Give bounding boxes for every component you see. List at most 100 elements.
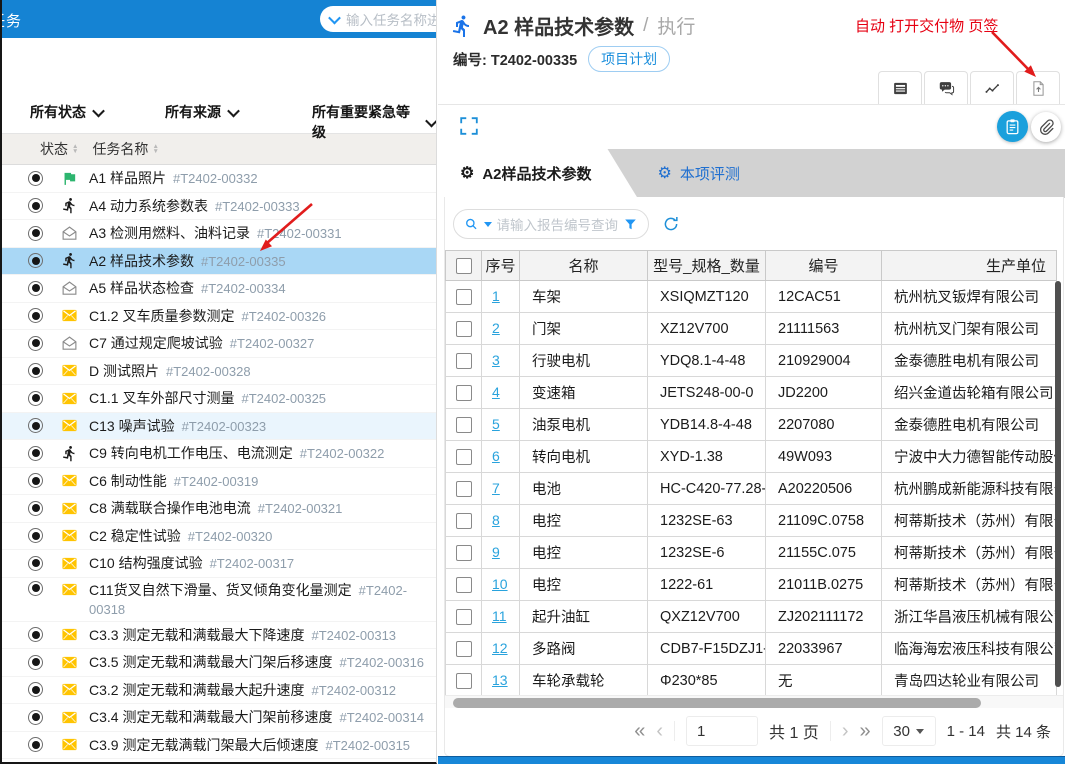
radio-selected-icon[interactable] <box>28 555 43 571</box>
row-checkbox[interactable] <box>455 512 472 529</box>
radio-selected-icon[interactable] <box>28 654 43 670</box>
first-page-button[interactable]: « <box>634 721 645 741</box>
row-checkbox[interactable] <box>455 448 472 465</box>
report-clipboard-button[interactable] <box>997 111 1028 142</box>
table-row[interactable]: 10 电控 1222-61 21011B.0275 柯蒂斯技术（苏州）有限公司 <box>445 568 1057 601</box>
filter-dropdown[interactable]: 所有重要紧急等级 <box>312 102 436 142</box>
task-row[interactable]: C9 转向电机工作电压、电流测定 #T2402-00322 <box>2 440 436 468</box>
row-number-link[interactable]: 4 <box>492 384 500 400</box>
select-all-checkbox[interactable] <box>455 258 472 275</box>
horizontal-scrollbar-thumb[interactable] <box>453 697 981 708</box>
radio-selected-icon[interactable] <box>28 627 43 643</box>
filter-dropdown[interactable]: 所有来源 <box>165 102 240 122</box>
task-row[interactable]: C3.1 液压压力测定#T2402-00311 <box>2 759 436 762</box>
row-checkbox[interactable] <box>455 416 472 433</box>
task-row[interactable]: A3 检测用燃料、油料记录 #T2402-00331 <box>2 220 436 248</box>
row-number-link[interactable]: 10 <box>492 576 508 592</box>
radio-selected-icon[interactable] <box>28 170 43 186</box>
comments-button[interactable] <box>924 71 968 104</box>
task-row[interactable]: C3.2 测定无载和满载最大起升速度 #T2402-00312 <box>2 676 436 704</box>
radio-selected-icon[interactable] <box>28 500 43 516</box>
radio-selected-icon[interactable] <box>28 308 43 324</box>
task-row[interactable]: C6 制动性能 #T2402-00319 <box>2 467 436 495</box>
row-number-link[interactable]: 5 <box>492 416 500 432</box>
detail-view-button[interactable] <box>878 71 922 104</box>
refresh-icon[interactable] <box>662 215 680 233</box>
row-number-link[interactable]: 13 <box>492 672 508 688</box>
table-row[interactable]: 8 电控 1232SE-63 21109C.0758 柯蒂斯技术（苏州）有限公司 <box>445 504 1057 537</box>
table-row[interactable]: 12 多路阀 CDB7-F15DZJ1-04 22033967 临海海宏液压科技… <box>445 632 1057 665</box>
task-row[interactable]: C13 噪声试验 #T2402-00323 <box>2 412 436 440</box>
next-page-button[interactable]: › <box>842 721 849 741</box>
row-number-link[interactable]: 6 <box>492 448 500 464</box>
project-plan-tag[interactable]: 项目计划 <box>588 46 671 72</box>
row-number-link[interactable]: 9 <box>492 544 500 560</box>
task-row[interactable]: C2 稳定性试验 #T2402-00320 <box>2 522 436 550</box>
deliverables-button[interactable] <box>1016 71 1060 104</box>
task-row[interactable]: C3.9 测定无载满载门架最大后倾速度 #T2402-00315 <box>2 731 436 759</box>
radio-selected-icon[interactable] <box>28 363 43 379</box>
row-checkbox[interactable] <box>455 544 472 561</box>
column-status[interactable]: 状态 <box>40 139 68 159</box>
row-number-link[interactable]: 1 <box>492 288 500 304</box>
task-row[interactable]: C11货叉自然下滑量、货叉倾角变化量测定 #T2402-00318 <box>2 577 436 622</box>
task-row[interactable]: C3.3 测定无载和满载最大下降速度 #T2402-00313 <box>2 621 436 649</box>
row-number-link[interactable]: 8 <box>492 512 500 528</box>
row-checkbox[interactable] <box>455 352 472 369</box>
activity-trend-button[interactable] <box>970 71 1014 104</box>
radio-selected-icon[interactable] <box>28 580 43 596</box>
table-row[interactable]: 13 车轮承载轮 Φ230*85 无 青岛四达轮业有限公司 <box>445 664 1057 697</box>
row-number-link[interactable]: 7 <box>492 480 500 496</box>
radio-selected-icon[interactable] <box>28 198 43 214</box>
radio-selected-icon[interactable] <box>28 445 43 461</box>
task-row[interactable]: A4 动力系统参数表 #T2402-00333 <box>2 192 436 220</box>
radio-selected-icon[interactable] <box>28 737 43 753</box>
table-row[interactable]: 7 电池 HC-C420-77.28-12 A20220506 杭州鹏成新能源科… <box>445 472 1057 505</box>
task-row[interactable]: C8 满载联合操作电池电流 #T2402-00321 <box>2 495 436 523</box>
fullscreen-expand-icon[interactable] <box>458 115 480 137</box>
table-row[interactable]: 9 电控 1232SE-6 21155C.075 柯蒂斯技术（苏州）有限公司 <box>445 536 1057 569</box>
radio-selected-icon[interactable] <box>28 390 43 406</box>
detail-tab[interactable]: ⚙ A2样品技术参数 <box>438 149 638 198</box>
row-number-link[interactable]: 12 <box>492 640 508 656</box>
row-checkbox[interactable] <box>455 608 472 625</box>
last-page-button[interactable]: » <box>859 721 870 741</box>
filter-dropdown[interactable]: 所有状态 <box>30 102 105 122</box>
table-row[interactable]: 5 油泵电机 YDB14.8-4-48 2207080 金泰德胜电机有限公司 <box>445 408 1057 441</box>
sort-icon[interactable]: ▲ ▼ <box>72 143 78 155</box>
column-task-name[interactable]: 任务名称 <box>92 139 148 159</box>
row-checkbox[interactable] <box>455 640 472 657</box>
task-row[interactable]: A1 样品照片 #T2402-00332 <box>2 165 436 193</box>
horizontal-scrollbar-track[interactable] <box>445 695 1063 709</box>
row-checkbox[interactable] <box>455 672 472 689</box>
table-row[interactable]: 4 变速箱 JETS248-00-0 JD2200 绍兴金道齿轮箱有限公司 <box>445 376 1057 409</box>
task-row[interactable]: C3.4 测定无载和满载最大门架前移速度 #T2402-00314 <box>2 704 436 732</box>
report-search-input[interactable]: 请输入报告编号查询 <box>453 209 649 239</box>
filter-funnel-icon[interactable] <box>623 217 638 232</box>
table-row[interactable]: 1 车架 XSIQMZT120 12CAC51 杭州杭叉钣焊有限公司 <box>445 280 1057 313</box>
task-row[interactable]: A2 样品技术参数 #T2402-00335 <box>2 247 436 275</box>
task-row[interactable]: C1.2 叉车质量参数测定 #T2402-00326 <box>2 302 436 330</box>
radio-selected-icon[interactable] <box>28 418 43 434</box>
sort-icon[interactable]: ▲ ▼ <box>152 143 158 155</box>
row-number-link[interactable]: 2 <box>492 320 500 336</box>
row-number-link[interactable]: 11 <box>492 608 507 624</box>
paperclip-attachment-button[interactable] <box>1031 112 1061 142</box>
radio-selected-icon[interactable] <box>28 709 43 725</box>
task-row[interactable]: C1.1 叉车外部尺寸测量 #T2402-00325 <box>2 385 436 413</box>
task-row[interactable]: D 测试照片 #T2402-00328 <box>2 357 436 385</box>
radio-selected-icon[interactable] <box>28 280 43 296</box>
table-row[interactable]: 3 行驶电机 YDQ8.1-4-48 210929004 金泰德胜电机有限公司 <box>445 344 1057 377</box>
row-checkbox[interactable] <box>455 576 472 593</box>
task-row[interactable]: C7 通过规定爬坡试验 #T2402-00327 <box>2 330 436 358</box>
page-size-select[interactable]: 30 <box>881 716 936 746</box>
row-checkbox[interactable] <box>455 384 472 401</box>
task-row[interactable]: C10 结构强度试验 #T2402-00317 <box>2 550 436 578</box>
detail-tab[interactable]: ⚙ 本项评测 <box>638 149 760 198</box>
radio-selected-icon[interactable] <box>28 253 43 269</box>
task-row[interactable]: C3.5 测定无载和满载最大门架后移速度 #T2402-00316 <box>2 649 436 677</box>
row-checkbox[interactable] <box>455 288 472 305</box>
table-row[interactable]: 6 转向电机 XYD-1.38 49W093 宁波中大力德智能传动股份有限公司 <box>445 440 1057 473</box>
page-number-input[interactable] <box>686 716 759 746</box>
row-number-link[interactable]: 3 <box>492 352 500 368</box>
